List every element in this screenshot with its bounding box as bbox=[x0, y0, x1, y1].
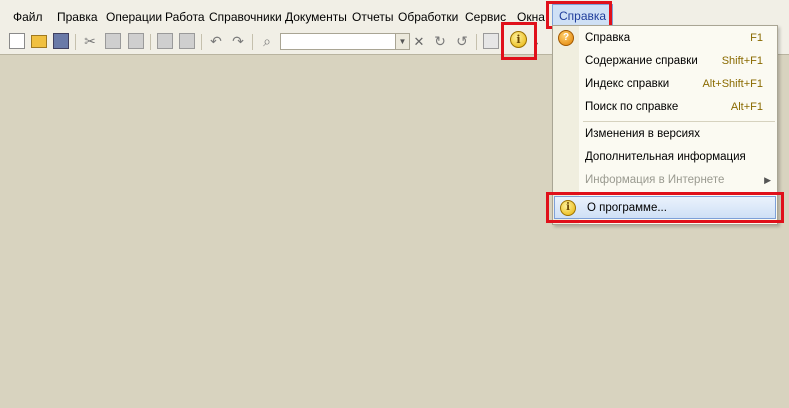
find-next-icon[interactable]: ↻ bbox=[432, 33, 448, 49]
about-toolbar-button[interactable]: i bbox=[506, 26, 532, 54]
print-icon[interactable] bbox=[157, 33, 173, 49]
menu-item-shortcut: Alt+F1 bbox=[730, 101, 763, 113]
toolbar-separator bbox=[150, 34, 151, 50]
menu-item-help-index[interactable]: Индекс справки Alt+Shift+F1 bbox=[553, 73, 777, 96]
copy-icon[interactable] bbox=[105, 33, 121, 49]
toolbar-separator bbox=[75, 34, 76, 50]
menu-item-about[interactable]: i О программе... bbox=[554, 196, 776, 219]
save-icon[interactable] bbox=[53, 33, 69, 49]
help-question-icon: ? bbox=[558, 30, 574, 46]
menu-reports[interactable]: Отчеты bbox=[352, 9, 393, 25]
menu-item-help-search[interactable]: Поиск по справке Alt+F1 bbox=[553, 96, 777, 119]
menu-item-label: Справка bbox=[585, 32, 631, 44]
undo-icon[interactable]: ↶ bbox=[208, 33, 224, 49]
toolbar-separator bbox=[252, 34, 253, 50]
menu-catalogs[interactable]: Справочники bbox=[209, 9, 282, 25]
menu-separator bbox=[583, 194, 775, 195]
menu-edit[interactable]: Правка bbox=[57, 9, 98, 25]
info-icon: i bbox=[560, 200, 576, 216]
menu-service[interactable]: Сервис bbox=[465, 9, 506, 25]
print-preview-icon[interactable] bbox=[179, 33, 195, 49]
open-folder-icon[interactable] bbox=[31, 35, 47, 48]
menu-item-additional-info[interactable]: Дополнительная информация bbox=[553, 146, 777, 169]
submenu-arrow-icon: ▶ bbox=[764, 175, 771, 185]
menu-item-shortcut: F1 bbox=[750, 32, 763, 44]
search-icon[interactable]: ⌕ bbox=[259, 33, 275, 49]
new-document-icon[interactable] bbox=[9, 33, 25, 49]
cut-icon[interactable]: ✂ bbox=[82, 33, 98, 49]
menu-item-version-changes[interactable]: Изменения в версиях bbox=[553, 123, 777, 146]
menu-item-label: Изменения в версиях bbox=[585, 128, 701, 140]
menu-item-label: О программе... bbox=[587, 202, 667, 214]
toolbar-separator bbox=[201, 34, 202, 50]
menu-item-shortcut: Alt+Shift+F1 bbox=[702, 78, 763, 90]
info-icon: i bbox=[510, 31, 527, 48]
toolbar-overflow-icon[interactable]: ▾ bbox=[534, 40, 538, 49]
menu-item-label: Поиск по справке bbox=[585, 101, 679, 113]
menu-windows[interactable]: Окна bbox=[517, 9, 545, 25]
menu-item-label: Информация в Интернете bbox=[585, 174, 725, 186]
redo-icon[interactable]: ↷ bbox=[230, 33, 246, 49]
menu-item-internet-info[interactable]: Информация в Интернете ▶ bbox=[553, 169, 777, 192]
find-previous-icon[interactable]: ↺ bbox=[454, 33, 470, 49]
menu-processing[interactable]: Обработки bbox=[398, 9, 458, 25]
menu-work[interactable]: Работа bbox=[165, 9, 205, 25]
menu-item-label: Индекс справки bbox=[585, 78, 670, 90]
menu-documents[interactable]: Документы bbox=[285, 9, 347, 25]
menu-file[interactable]: Файл bbox=[13, 9, 43, 25]
menu-separator bbox=[583, 121, 775, 122]
menu-operations[interactable]: Операции bbox=[106, 9, 162, 25]
menu-item-help-contents[interactable]: Содержание справки Shift+F1 bbox=[553, 50, 777, 73]
menu-item-shortcut: Shift+F1 bbox=[721, 55, 763, 67]
menu-item-label: Дополнительная информация bbox=[585, 151, 746, 163]
menu-item-help[interactable]: ? Справка F1 bbox=[553, 27, 777, 50]
search-dropdown-button[interactable]: ▼ bbox=[396, 33, 410, 50]
search-clear-icon[interactable]: ✕ bbox=[412, 33, 426, 50]
paste-icon[interactable] bbox=[128, 33, 144, 49]
help-dropdown-menu: ? Справка F1 Содержание справки Shift+F1… bbox=[552, 25, 778, 225]
search-input[interactable] bbox=[280, 33, 396, 50]
menu-item-label: Содержание справки bbox=[585, 55, 698, 67]
windows-icon[interactable] bbox=[483, 33, 499, 49]
toolbar-separator bbox=[476, 34, 477, 50]
